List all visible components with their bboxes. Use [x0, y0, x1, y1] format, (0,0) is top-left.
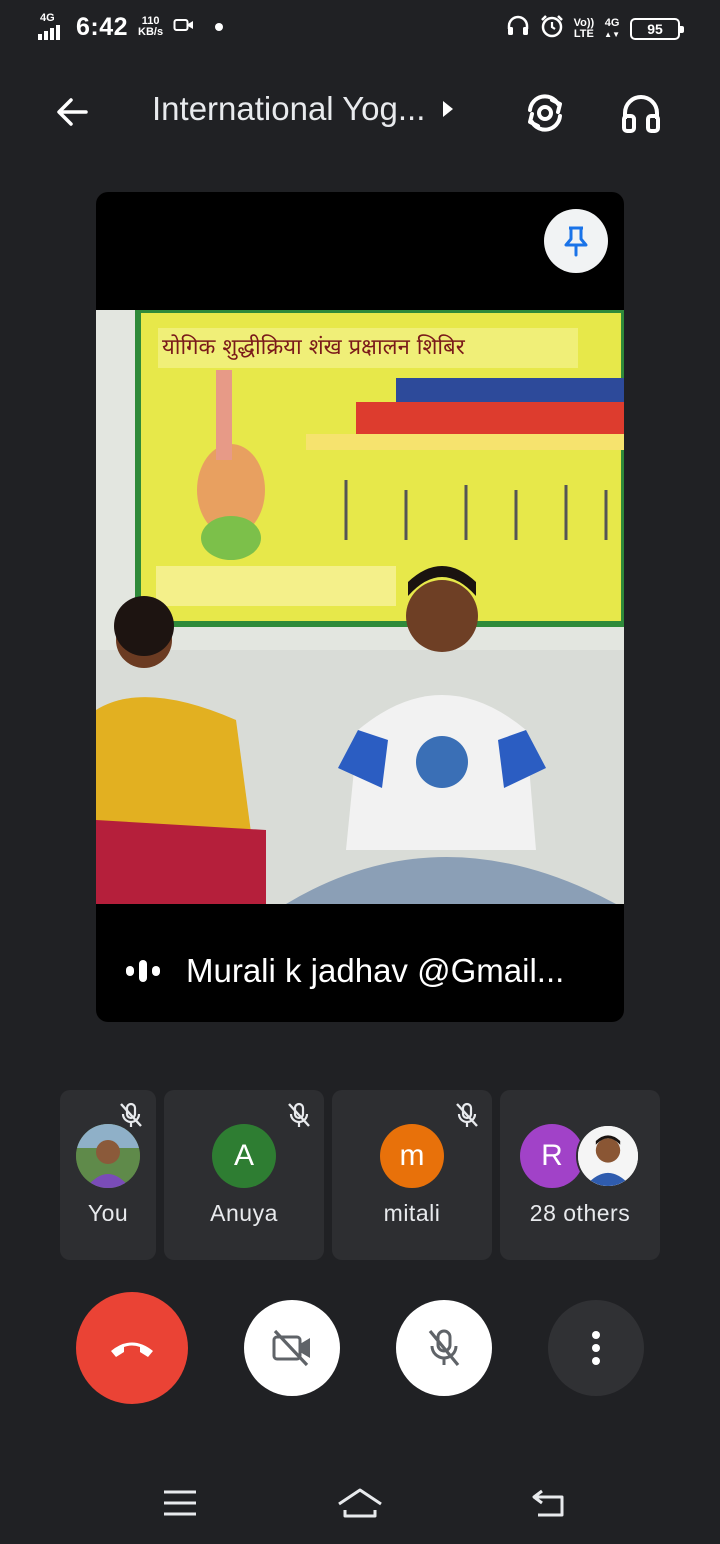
participant-name: You [87, 1200, 129, 1226]
participant-video: योगिक शुद्धीक्रिया शंख प्रक्षालन शिबिर [96, 310, 624, 904]
end-call-button[interactable] [76, 1292, 188, 1404]
more-options-button[interactable] [548, 1300, 644, 1396]
caret-right-icon [443, 101, 454, 117]
participant-tile-you[interactable]: You [60, 1090, 156, 1260]
switch-camera-icon [528, 94, 562, 132]
camera-toggle-button[interactable] [244, 1300, 340, 1396]
active-speaker-label: Murali k jadhav @Gmail... [126, 952, 564, 990]
pin-button[interactable] [544, 209, 608, 273]
meeting-title-button[interactable]: International Yog... [152, 90, 454, 128]
hang-up-icon [111, 1342, 153, 1357]
video-notification-icon [173, 17, 195, 38]
alarm-icon [540, 14, 564, 43]
avatar: R [520, 1124, 584, 1188]
participant-tile-anuya[interactable]: A Anuya [164, 1090, 324, 1260]
volte-indicator: Vo)) LTE [573, 16, 595, 40]
speaking-indicator-icon [126, 960, 160, 982]
call-header: International Yog... [0, 72, 720, 152]
mic-off-icon [428, 1329, 460, 1367]
main-video-tile[interactable]: योगिक शुद्धीक्रिया शंख प्रक्षालन शिबिर M… [96, 192, 624, 1022]
back-nav-button[interactable] [518, 1478, 578, 1528]
participant-tile-mitali[interactable]: m mitali [332, 1090, 492, 1260]
videocam-off-icon [272, 1329, 310, 1367]
system-navigation-bar [0, 1460, 720, 1544]
pin-icon [564, 226, 588, 257]
signal-icon: 4G [38, 12, 66, 42]
home-button[interactable] [330, 1478, 390, 1528]
avatar [76, 1124, 140, 1188]
participant-name: Anuya [210, 1200, 278, 1226]
participant-tile-others[interactable]: R 28 others [500, 1090, 660, 1260]
microphone-toggle-button[interactable] [396, 1300, 492, 1396]
network-speed: 110 KB/s [138, 15, 164, 38]
battery-icon: 95 [630, 17, 684, 40]
mic-off-icon [120, 1102, 142, 1127]
participant-name: mitali [383, 1200, 441, 1226]
home-icon [338, 1488, 382, 1518]
speaker-name: Murali k jadhav @Gmail... [186, 952, 565, 989]
back-nav-icon [532, 1489, 564, 1517]
avatar [576, 1124, 640, 1188]
switch-camera-button[interactable] [518, 86, 572, 140]
clock: 6:42 [76, 12, 129, 41]
network-type-right: 4G ▲▼ [604, 16, 620, 39]
headphones-icon [622, 95, 660, 133]
back-button[interactable] [48, 88, 96, 136]
participant-name: 28 others [529, 1200, 631, 1226]
notification-dot-icon [215, 23, 224, 31]
menu-icon [164, 1490, 196, 1516]
avatar: A [212, 1124, 276, 1188]
arrow-back-icon [57, 98, 88, 126]
meeting-title: International Yog... [152, 90, 426, 127]
mic-off-icon [288, 1102, 310, 1127]
more-vert-icon [592, 1331, 600, 1365]
recent-apps-button[interactable] [150, 1478, 210, 1528]
svg-text:योगिक शुद्धीक्रिया शंख प्रक्षा: योगिक शुद्धीक्रिया शंख प्रक्षालन शिबिर [162, 334, 466, 360]
status-bar: 4G 6:42 110 KB/s Vo)) LTE 4G ▲▼ 95 [0, 0, 720, 56]
headset-status-icon [506, 15, 530, 42]
mic-off-icon [456, 1102, 478, 1127]
audio-output-button[interactable] [614, 86, 668, 140]
avatar: m [380, 1124, 444, 1188]
